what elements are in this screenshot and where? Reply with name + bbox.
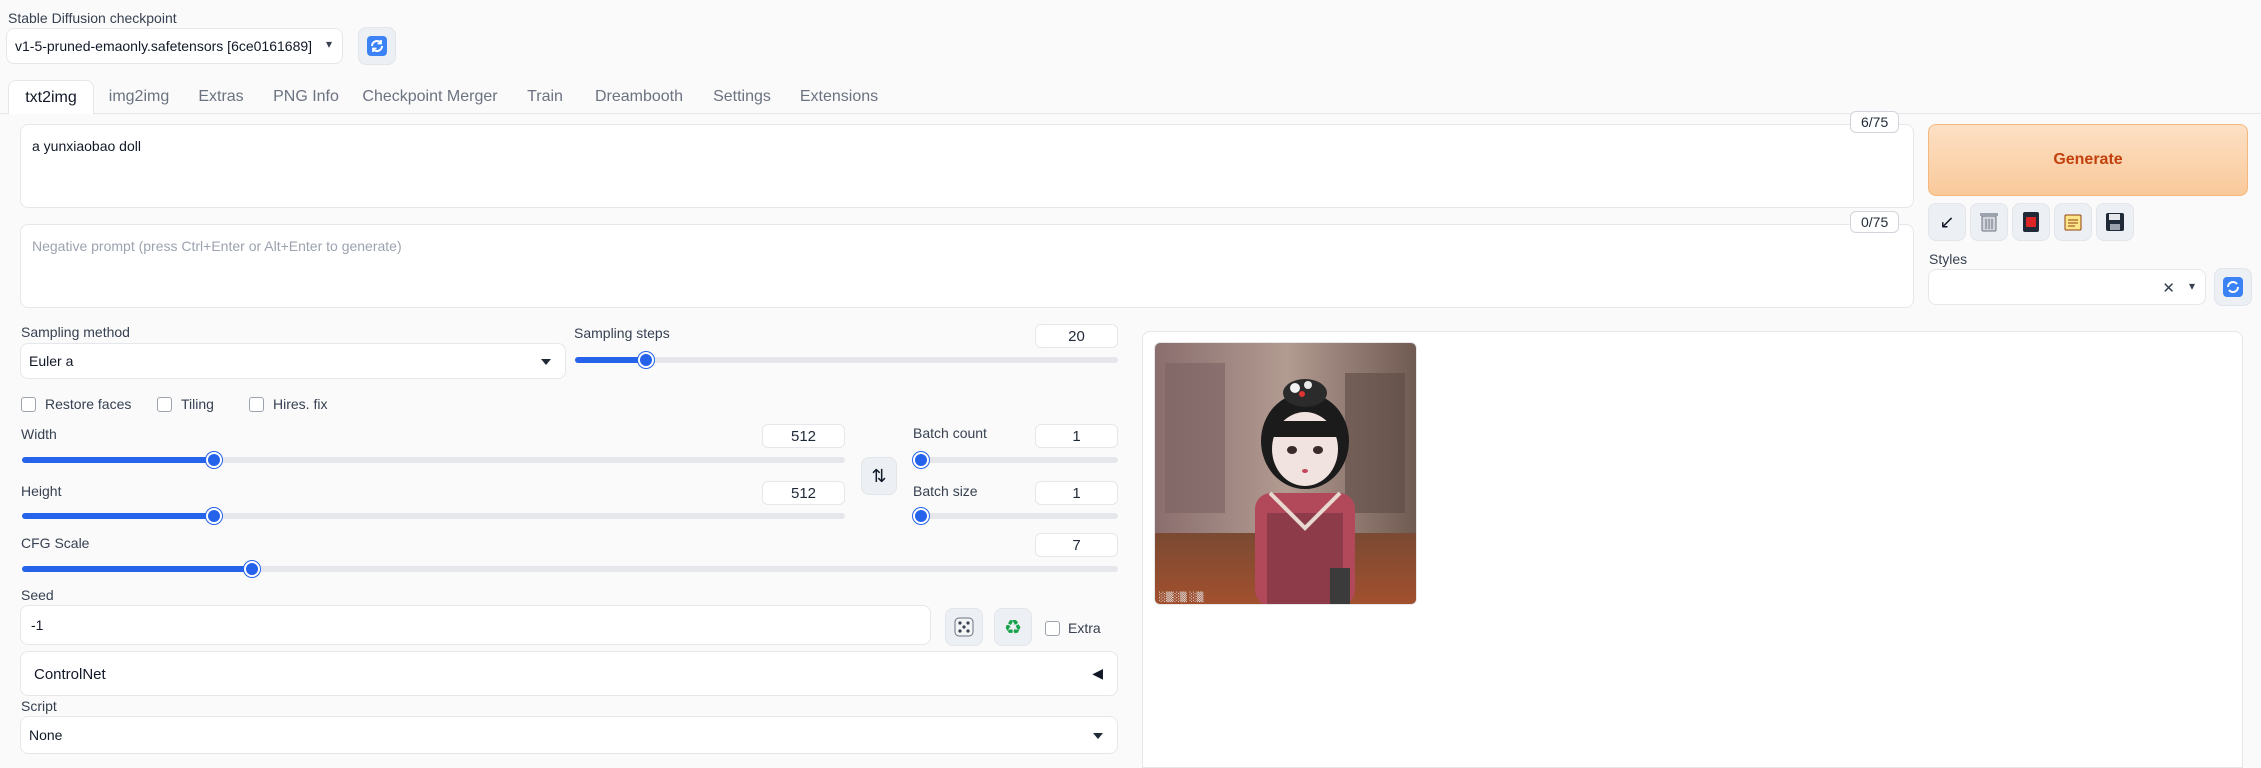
sampling-method-label: Sampling method <box>21 324 130 340</box>
script-select[interactable]: None <box>20 716 1118 754</box>
negative-prompt-placeholder: Negative prompt (press Ctrl+Enter or Alt… <box>32 238 402 254</box>
image-watermark: ░▒░▒ ░▒ <box>1159 591 1203 603</box>
refresh-checkpoint-button[interactable] <box>358 27 396 65</box>
script-value: None <box>29 727 63 743</box>
restore-faces-label: Restore faces <box>45 396 132 412</box>
chevron-down-icon: ▾ <box>325 37 332 51</box>
tab-settings[interactable]: Settings <box>702 80 782 114</box>
slider-thumb[interactable] <box>205 508 222 524</box>
height-slider[interactable] <box>22 508 845 524</box>
trash-icon <box>1980 213 1998 232</box>
checkpoint-label: Stable Diffusion checkpoint <box>8 10 177 26</box>
tab-img2img[interactable]: img2img <box>98 80 180 114</box>
doll-image: ░▒░▒ ░▒ <box>1155 343 1416 604</box>
clear-icon[interactable]: ✕ <box>2162 279 2175 297</box>
generated-image-thumbnail[interactable]: ░▒░▒ ░▒ <box>1154 342 1417 605</box>
refresh-icon <box>367 36 387 56</box>
sampling-steps-input[interactable]: 20 <box>1035 324 1118 348</box>
prompt-text: a yunxiaobao doll <box>32 138 141 154</box>
width-label: Width <box>21 426 57 442</box>
slider-thumb[interactable] <box>205 452 222 468</box>
slider-thumb[interactable] <box>913 508 929 524</box>
save-icon <box>2106 213 2124 231</box>
extra-networks-button[interactable] <box>2012 203 2050 241</box>
prompt-token-counter: 6/75 <box>1850 111 1900 133</box>
caret-down-icon <box>1093 733 1103 739</box>
caret-down-icon <box>541 359 551 365</box>
apply-style-button[interactable] <box>2054 203 2092 241</box>
height-input[interactable]: 512 <box>762 481 845 505</box>
tab-dreambooth[interactable]: Dreambooth <box>586 80 692 114</box>
hires-fix-checkbox[interactable] <box>249 397 264 412</box>
sampling-steps-label: Sampling steps <box>574 325 670 341</box>
tab-extensions[interactable]: Extensions <box>794 80 884 114</box>
batch-count-slider[interactable] <box>913 452 1118 468</box>
seed-label: Seed <box>21 587 54 603</box>
seed-value: -1 <box>31 617 44 633</box>
clear-prompt-button[interactable] <box>1970 203 2008 241</box>
arrow-icon: ↙ <box>1939 211 1955 232</box>
batch-size-slider[interactable] <box>913 508 1118 524</box>
chevron-down-icon: ▾ <box>2188 279 2195 293</box>
cfg-scale-label: CFG Scale <box>21 535 90 551</box>
dice-icon <box>954 617 974 637</box>
slider-fill <box>22 457 214 463</box>
slider-fill <box>22 513 214 519</box>
styles-label: Styles <box>1929 251 1968 267</box>
height-label: Height <box>21 483 62 499</box>
styles-select[interactable]: ✕ ▾ <box>1928 269 2206 305</box>
extra-seed-label: Extra <box>1068 620 1101 636</box>
sampling-method-value: Euler a <box>29 353 74 369</box>
cfg-scale-slider[interactable] <box>22 561 1118 577</box>
width-slider[interactable] <box>22 452 845 468</box>
read-params-button[interactable]: ↙ <box>1928 203 1966 241</box>
slider-thumb[interactable] <box>244 561 261 577</box>
batch-size-label: Batch size <box>913 483 978 499</box>
width-input[interactable]: 512 <box>762 424 845 448</box>
batch-size-input[interactable]: 1 <box>1035 481 1118 505</box>
tab-checkpoint-merger[interactable]: Checkpoint Merger <box>360 80 500 114</box>
seed-input[interactable]: -1 <box>20 605 931 645</box>
controlnet-label: ControlNet <box>34 666 106 683</box>
random-seed-button[interactable] <box>945 608 983 646</box>
sampling-method-select[interactable]: Euler a <box>20 343 566 379</box>
card-icon <box>2023 212 2039 232</box>
controlnet-accordion[interactable]: ControlNet ◀ <box>20 651 1118 696</box>
negative-prompt-textarea[interactable]: Negative prompt (press Ctrl+Enter or Alt… <box>20 224 1914 308</box>
recycle-icon: ♻ <box>1004 616 1022 639</box>
tab-extras[interactable]: Extras <box>190 80 252 114</box>
checkpoint-value: v1-5-pruned-emaonly.safetensors [6ce0161… <box>15 38 313 54</box>
swap-icon: ⇅ <box>871 465 887 486</box>
swap-dimensions-button[interactable]: ⇅ <box>861 457 897 495</box>
collapse-arrow-icon: ◀ <box>1092 665 1103 681</box>
checkpoint-select[interactable]: v1-5-pruned-emaonly.safetensors [6ce0161… <box>6 28 343 64</box>
tab-png-info[interactable]: PNG Info <box>266 80 346 114</box>
slider-thumb[interactable] <box>913 452 929 468</box>
batch-count-input[interactable]: 1 <box>1035 424 1118 448</box>
refresh-styles-button[interactable] <box>2214 268 2252 306</box>
tab-txt2img[interactable]: txt2img <box>8 80 94 114</box>
generate-button[interactable]: Generate <box>1928 124 2248 196</box>
cfg-scale-input[interactable]: 7 <box>1035 533 1118 557</box>
tiling-checkbox[interactable] <box>157 397 172 412</box>
output-gallery: ░▒░▒ ░▒ <box>1142 331 2243 768</box>
refresh-icon <box>2223 277 2243 297</box>
script-label: Script <box>21 698 57 714</box>
hires-fix-label: Hires. fix <box>273 396 328 412</box>
slider-thumb[interactable] <box>637 352 654 368</box>
restore-faces-checkbox[interactable] <box>21 397 36 412</box>
tiling-label: Tiling <box>181 396 214 412</box>
reuse-seed-button[interactable]: ♻ <box>994 608 1032 646</box>
negative-prompt-token-counter: 0/75 <box>1850 211 1900 233</box>
slider-fill <box>22 566 253 572</box>
sampling-steps-slider[interactable] <box>575 352 1118 368</box>
prompt-textarea[interactable]: a yunxiaobao doll <box>20 124 1914 208</box>
batch-count-label: Batch count <box>913 425 987 441</box>
save-style-button[interactable] <box>2096 203 2134 241</box>
slider-fill <box>575 357 646 363</box>
clipboard-icon <box>2064 214 2082 231</box>
extra-seed-checkbox[interactable] <box>1045 621 1060 636</box>
tab-train[interactable]: Train <box>514 80 576 114</box>
